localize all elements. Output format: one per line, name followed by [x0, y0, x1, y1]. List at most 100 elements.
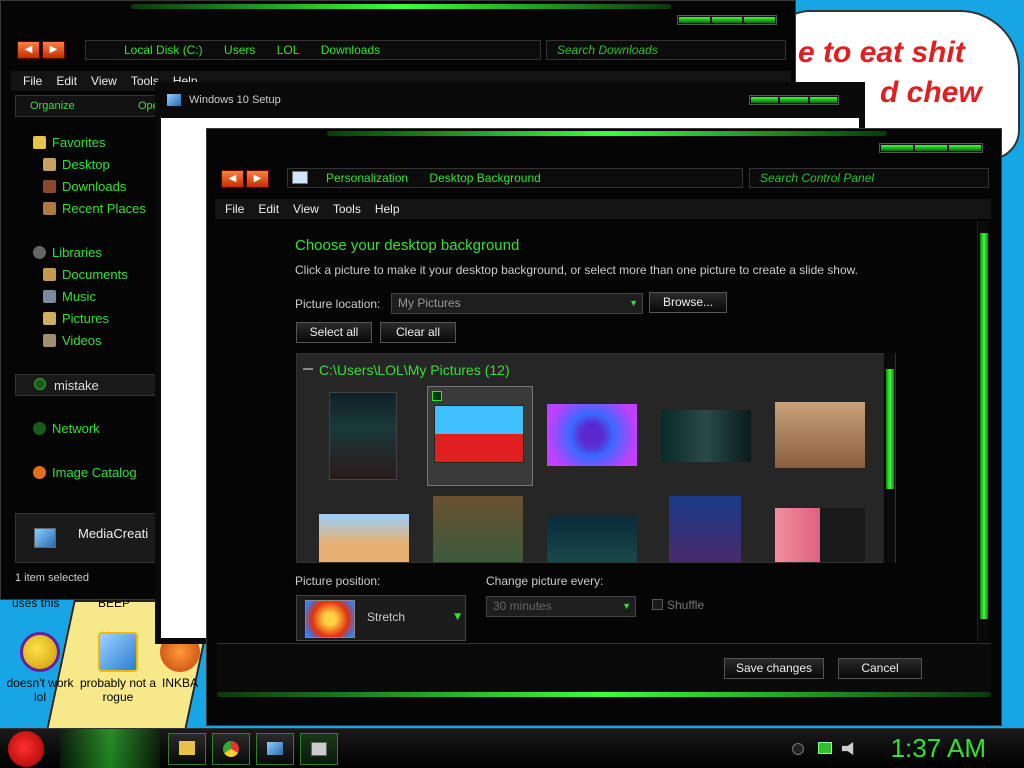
- menu-tools[interactable]: Tools: [333, 202, 361, 216]
- setup-window-title: Windows 10 Setup: [189, 94, 281, 106]
- window-glow-bar: [131, 4, 671, 9]
- cancel-button[interactable]: Cancel: [838, 658, 922, 679]
- homegroup-label: mistake: [54, 378, 99, 393]
- address-bar[interactable]: Local Disk (C:) Users LOL Downloads: [85, 40, 541, 60]
- back-arrow-icon[interactable]: ◀: [17, 41, 40, 59]
- chevron-down-icon: ▼: [622, 601, 631, 611]
- forward-arrow-icon[interactable]: ▶: [246, 170, 269, 188]
- network-tray-icon[interactable]: [818, 742, 832, 754]
- breadcrumb-item[interactable]: Personalization: [326, 171, 408, 185]
- tray-chevron-icon[interactable]: [792, 743, 804, 755]
- taskbar-chrome-button[interactable]: [212, 733, 250, 765]
- sidebar-image-catalog[interactable]: Image Catalog: [33, 465, 137, 480]
- collapse-icon[interactable]: [303, 368, 313, 370]
- sidebar-item-recent[interactable]: Recent Places: [43, 201, 146, 216]
- thumbnail-image[interactable]: [775, 508, 865, 562]
- breadcrumb-item[interactable]: Users: [224, 43, 255, 57]
- setup-app-icon: [167, 94, 181, 106]
- sidebar-item-downloads[interactable]: Downloads: [43, 179, 126, 194]
- menu-help[interactable]: Help: [375, 202, 400, 216]
- window-controls[interactable]: [879, 143, 983, 153]
- picture-gallery[interactable]: C:\Users\LOL\My Pictures (12): [296, 353, 896, 563]
- control-panel-window[interactable]: ◀ ▶ Personalization Desktop Background Se…: [206, 128, 1002, 726]
- network-icon: [33, 422, 46, 435]
- sidebar-item-documents[interactable]: Documents: [43, 267, 128, 282]
- taskbar-setup-button[interactable]: [256, 733, 294, 765]
- back-arrow-icon[interactable]: ◀: [221, 170, 244, 188]
- taskbar-explorer-button[interactable]: [168, 733, 206, 765]
- sidebar-network[interactable]: Network: [33, 421, 100, 436]
- thumbnail-image[interactable]: [547, 404, 637, 466]
- taskbar-control-panel-button[interactable]: [300, 733, 338, 765]
- select-all-button[interactable]: Select all: [296, 322, 372, 343]
- setup-file-icon: [34, 528, 56, 548]
- setup-window-controls[interactable]: [749, 95, 839, 105]
- sidebar-homegroup-bar[interactable]: mistake: [15, 374, 157, 396]
- sidebar-label: Desktop: [62, 157, 110, 172]
- sidebar-label: Libraries: [52, 245, 102, 260]
- chrome-icon: [223, 741, 239, 757]
- thumbnail-image[interactable]: [661, 410, 751, 462]
- homegroup-icon: [34, 378, 46, 390]
- thumbnail-image-selected[interactable]: [427, 386, 533, 486]
- page-description: Click a picture to make it your desktop …: [295, 263, 858, 277]
- forward-arrow-icon[interactable]: ▶: [42, 41, 65, 59]
- sidebar-favorites[interactable]: Favorites: [33, 135, 105, 150]
- clear-all-button[interactable]: Clear all: [380, 322, 456, 343]
- folder-icon: [179, 741, 195, 755]
- save-changes-button[interactable]: Save changes: [724, 658, 824, 679]
- sidebar-item-pictures[interactable]: Pictures: [43, 311, 109, 326]
- volume-icon[interactable]: [842, 742, 854, 755]
- thumbnail-image[interactable]: [775, 402, 865, 468]
- sidebar-label: Pictures: [62, 311, 109, 326]
- page-scrollbar[interactable]: [977, 221, 989, 641]
- details-pane: MediaCreati: [15, 513, 157, 563]
- picture-location-dropdown[interactable]: My Pictures ▼: [391, 293, 643, 314]
- browse-button[interactable]: Browse...: [649, 292, 727, 313]
- thumbnail-image[interactable]: [547, 516, 637, 562]
- address-bar[interactable]: Personalization Desktop Background: [287, 168, 743, 188]
- sidebar-item-desktop[interactable]: Desktop: [43, 157, 110, 172]
- thumbnail-image[interactable]: [433, 496, 523, 562]
- gallery-scrollbar[interactable]: [883, 353, 895, 563]
- position-preview-image: [305, 600, 355, 638]
- search-input[interactable]: Search Control Panel: [749, 168, 989, 188]
- documents-icon: [43, 268, 56, 281]
- menu-edit[interactable]: Edit: [56, 74, 77, 88]
- thumbnail-image[interactable]: [319, 514, 409, 562]
- nav-back-forward-buttons[interactable]: ◀ ▶: [17, 41, 65, 59]
- sidebar-label: Network: [52, 421, 100, 436]
- breadcrumb-item[interactable]: Local Disk (C:): [124, 43, 203, 57]
- menu-file[interactable]: File: [23, 74, 42, 88]
- breadcrumb-item[interactable]: Downloads: [321, 43, 380, 57]
- control-panel-icon: [311, 742, 327, 756]
- sidebar-label: Image Catalog: [52, 465, 137, 480]
- sidebar-libraries[interactable]: Libraries: [33, 245, 102, 260]
- search-input[interactable]: Search Downloads: [546, 40, 786, 60]
- thumbnail-image[interactable]: [669, 496, 741, 562]
- desktop-icon-yahoo[interactable]: doesn't work lol: [0, 632, 80, 704]
- footer-bar: Save changes Cancel: [217, 643, 991, 693]
- page-title: Choose your desktop background: [295, 237, 520, 254]
- menu-file[interactable]: File: [225, 202, 244, 216]
- menu-view[interactable]: View: [91, 74, 117, 88]
- window-controls[interactable]: [677, 15, 777, 25]
- nav-back-forward-buttons[interactable]: ◀ ▶: [221, 170, 269, 188]
- checkbox-icon[interactable]: [432, 391, 442, 401]
- breadcrumb-item[interactable]: LOL: [277, 43, 300, 57]
- system-clock[interactable]: 1:37 AM: [891, 733, 986, 764]
- desktop-icon-rogue[interactable]: probably not a rogue: [78, 632, 158, 704]
- shuffle-checkbox[interactable]: [652, 599, 663, 610]
- organize-button[interactable]: Organize: [30, 100, 75, 112]
- breadcrumb-item[interactable]: Desktop Background: [429, 171, 540, 185]
- start-button[interactable]: [8, 731, 44, 767]
- thumbnail-image[interactable]: [329, 392, 397, 480]
- sidebar-item-videos[interactable]: Videos: [43, 333, 102, 348]
- music-icon: [43, 290, 56, 303]
- sidebar-item-music[interactable]: Music: [43, 289, 96, 304]
- menu-edit[interactable]: Edit: [258, 202, 279, 216]
- picture-position-dropdown[interactable]: Stretch ▼: [296, 595, 466, 641]
- change-interval-dropdown[interactable]: 30 minutes ▼: [486, 596, 636, 617]
- menu-view[interactable]: View: [293, 202, 319, 216]
- yahoo-messenger-icon: [20, 632, 60, 672]
